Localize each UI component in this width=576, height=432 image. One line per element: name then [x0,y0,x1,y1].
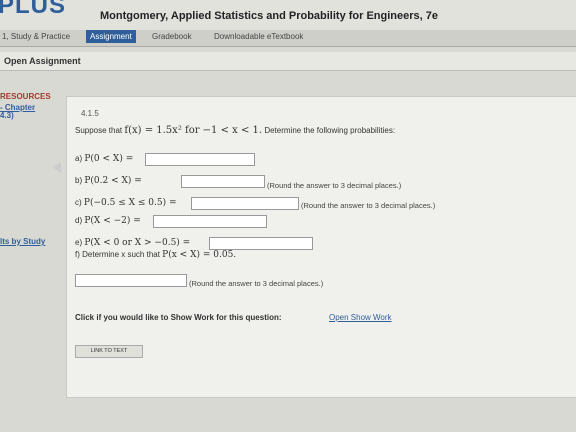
part-f-text: Determine x such that [82,250,160,259]
nav-study-practice[interactable]: 1, Study & Practice [2,32,70,41]
part-label: b) [75,176,83,185]
app-logo: PLUS [0,0,67,19]
open-show-work-link[interactable]: Open Show Work [329,313,392,322]
part-d-answer-input[interactable] [153,215,267,228]
part-e-row: e) P(X < 0 or X > −0.5) = [75,238,190,248]
nav-assignment[interactable]: Assignment [86,30,136,43]
part-b-row: b) P(0.2 < X) = [75,176,142,186]
question-number: 4.1.5 [81,109,99,118]
part-label: d) [75,216,83,225]
prompt-suffix: Determine the following probabilities: [264,126,396,135]
part-d-row: d) P(X < −2) = [75,216,141,226]
book-title: Montgomery, Applied Statistics and Proba… [100,10,439,22]
nav-etextbook[interactable]: Downloadable eTextbook [214,32,303,41]
prompt-math: f(x) = 1.5x² for −1 < x < 1. [124,125,263,136]
open-assignment-label: Open Assignment [4,56,81,66]
part-expr: P(−0.5 ≤ X ≤ 0.5) = [83,198,177,208]
part-a-answer-input[interactable] [145,153,255,166]
part-f-answer-input[interactable] [75,274,187,287]
part-f-row: f) Determine x such that P(x < X) = 0.05… [75,250,236,260]
main-nav: 1, Study & Practice Assignment Gradebook… [0,30,576,47]
prompt-prefix: Suppose that [75,126,123,135]
question-prompt: Suppose that f(x) = 1.5x² for −1 < x < 1… [75,125,395,136]
nav-gradebook[interactable]: Gradebook [152,32,192,41]
part-f-math: P(x < X) = 0.05. [162,250,237,260]
part-expr: P(0 < X) = [84,154,134,164]
part-expr: P(0.2 < X) = [84,176,142,186]
part-label: f) [75,250,80,259]
part-c-answer-input[interactable] [191,197,299,210]
subheader: Open Assignment [0,52,576,71]
part-f-round-note: (Round the answer to 3 decimal places.) [189,279,324,288]
mouse-cursor-icon [52,162,66,176]
part-label: a) [75,154,83,163]
part-c-round-note: (Round the answer to 3 decimal places.) [301,201,436,210]
part-a-row: a) P(0 < X) = [75,154,133,164]
resources-title: RESOURCES [0,92,51,101]
part-c-row: c) P(−0.5 ≤ X ≤ 0.5) = [75,198,177,208]
part-e-answer-input[interactable] [209,237,313,250]
top-header: PLUS Montgomery, Applied Statistics and … [0,0,576,30]
part-expr: P(X < −2) = [84,216,141,226]
show-work-prompt: Click if you would like to Show Work for… [75,313,282,322]
part-label: e) [75,238,83,247]
part-b-answer-input[interactable] [181,175,265,188]
link-to-text-button[interactable]: LINK TO TEXT [75,345,143,358]
question-panel: 4.1.5 Suppose that f(x) = 1.5x² for −1 <… [66,96,576,398]
results-by-study-link[interactable]: lts by Study [0,237,45,246]
part-label: c) [75,198,82,207]
chapter-link-section[interactable]: 4.3) [0,111,14,120]
part-b-round-note: (Round the answer to 3 decimal places.) [267,181,402,190]
part-expr: P(X < 0 or X > −0.5) = [84,238,191,248]
